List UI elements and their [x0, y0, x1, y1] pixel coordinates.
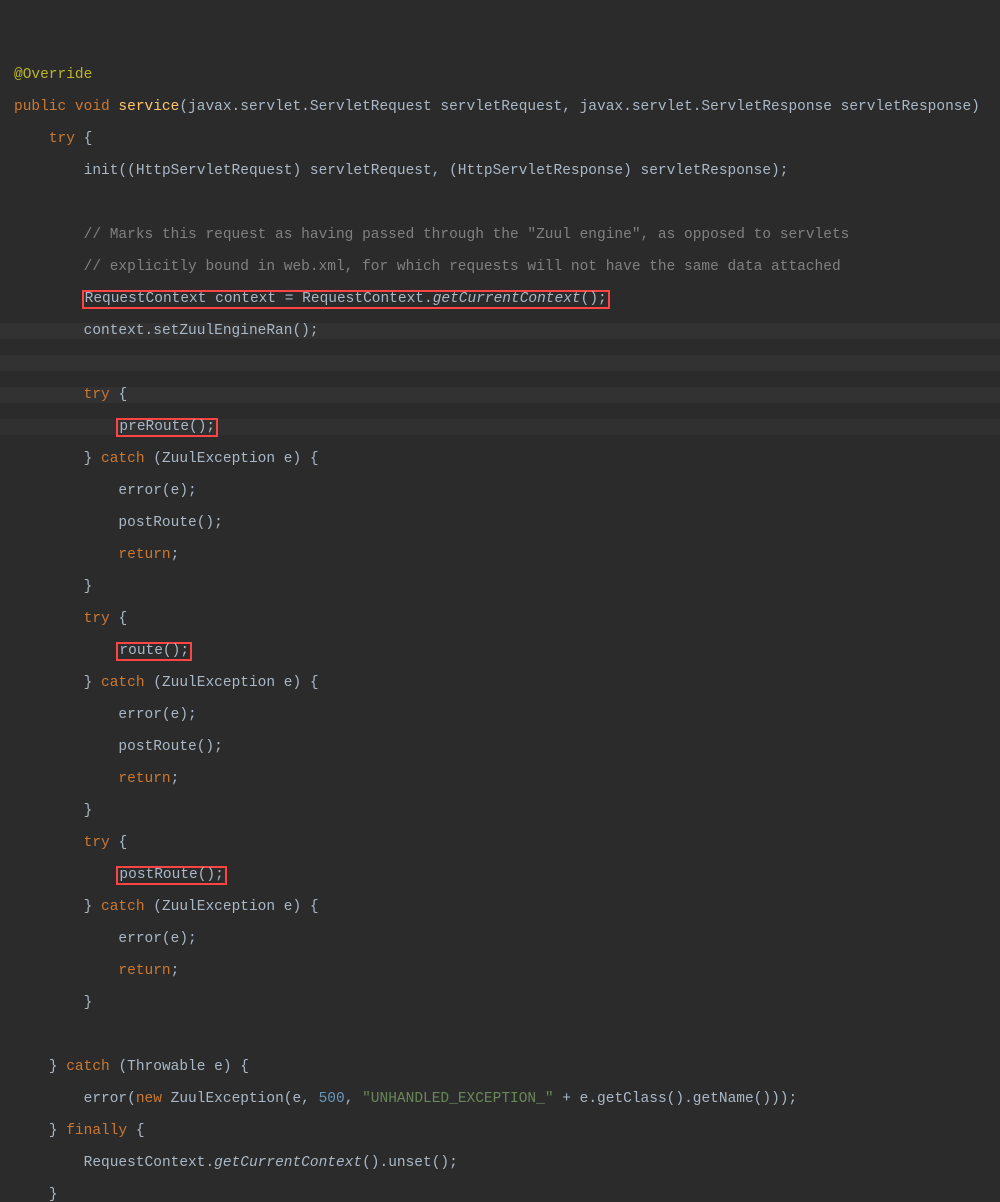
code-line: error(e); [0, 483, 1000, 499]
code-line [0, 1027, 1000, 1043]
code-line [0, 195, 1000, 211]
code-line: RequestContext context = RequestContext.… [0, 291, 1000, 307]
code-line: postRoute(); [0, 867, 1000, 883]
code-line: @Override [0, 67, 1000, 83]
code-line: } finally { [0, 1123, 1000, 1139]
highlight-box: postRoute(); [116, 866, 226, 885]
code-line: } [0, 995, 1000, 1011]
code-line: RequestContext.getCurrentContext().unset… [0, 1155, 1000, 1171]
code-line: try { [0, 611, 1000, 627]
code-line: postRoute(); [0, 739, 1000, 755]
code-line: return; [0, 771, 1000, 787]
code-line: // explicitly bound in web.xml, for whic… [0, 259, 1000, 275]
code-line: return; [0, 963, 1000, 979]
code-line: } catch (ZuulException e) { [0, 451, 1000, 467]
code-line: // Marks this request as having passed t… [0, 227, 1000, 243]
code-line: preRoute(); [0, 419, 1000, 435]
code-line: } [0, 1187, 1000, 1202]
code-line: error(e); [0, 931, 1000, 947]
code-line [0, 355, 1000, 371]
code-line: return; [0, 547, 1000, 563]
code-line: error(e); [0, 707, 1000, 723]
code-line: try { [0, 131, 1000, 147]
code-line: try { [0, 835, 1000, 851]
code-line: } [0, 803, 1000, 819]
code-line: route(); [0, 643, 1000, 659]
code-line: } catch (ZuulException e) { [0, 899, 1000, 915]
code-line: } catch (ZuulException e) { [0, 675, 1000, 691]
code-line: public void service(javax.servlet.Servle… [0, 99, 1000, 115]
code-line: } catch (Throwable e) { [0, 1059, 1000, 1075]
code-line: } [0, 579, 1000, 595]
code-line: postRoute(); [0, 515, 1000, 531]
code-line: try { [0, 387, 1000, 403]
code-line: init((HttpServletRequest) servletRequest… [0, 163, 1000, 179]
highlight-box: route(); [116, 642, 192, 661]
code-line: error(new ZuulException(e, 500, "UNHANDL… [0, 1091, 1000, 1107]
code-editor[interactable]: @Override public void service(javax.serv… [0, 51, 1000, 1202]
highlight-box: preRoute(); [116, 418, 218, 437]
code-line: context.setZuulEngineRan(); [0, 323, 1000, 339]
highlight-box: RequestContext context = RequestContext.… [82, 290, 610, 309]
